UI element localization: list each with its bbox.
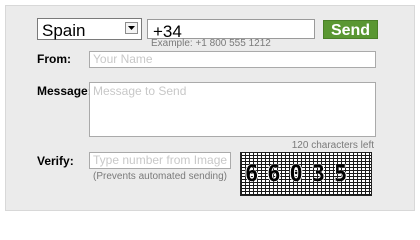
verify-input[interactable]: Type number from Image – [89,152,231,169]
captcha-image: 66035 [240,152,372,196]
characters-left-counter: 120 characters left [291,140,374,151]
country-selected-value: Spain [42,21,86,40]
captcha-digits: 66035 [245,162,357,187]
dropdown-button[interactable] [125,22,138,34]
from-input[interactable]: Your Name [89,51,376,68]
verify-label: Verify: [37,154,74,168]
phone-example-hint: Example: +1 800 555 1212 [151,38,271,49]
from-label: From: [37,52,71,66]
phone-number-input[interactable]: +34 [147,19,315,39]
verify-hint: (Prevents automated sending) [93,171,227,182]
message-label: Message: [37,84,92,98]
message-textarea[interactable]: Message to Send [89,82,376,137]
chevron-down-icon [128,26,135,30]
send-button[interactable]: Send [323,20,378,39]
country-select[interactable]: Spain [37,18,142,40]
